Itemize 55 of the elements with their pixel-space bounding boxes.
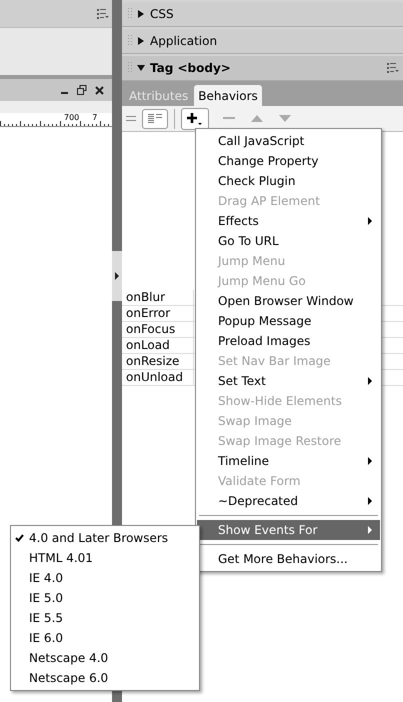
ruler-label: 700 [64,113,80,122]
menu-item[interactable]: Set Text [197,371,380,391]
menu-item[interactable]: Popup Message [197,311,380,331]
event-cell[interactable]: onError [122,306,194,321]
plus-icon [187,112,203,126]
panel-title: CSS [150,6,174,23]
submenu-arrow-icon [368,217,372,225]
panel-title: Tag <body> [150,60,231,77]
panel-header[interactable]: CSS [122,2,403,27]
menu-item[interactable]: Call JavaScript [197,131,380,151]
panel-title: Application [150,33,218,50]
submenu-arrow-icon [368,457,372,465]
submenu-arrow-icon [368,377,372,385]
tab[interactable]: Behaviors [194,85,262,106]
submenu-item[interactable]: IE 6.0 [11,628,199,648]
panel-header[interactable]: Application [122,29,403,54]
panel-header[interactable]: Tag <body> [122,56,403,81]
menu-item[interactable]: Effects [197,211,380,231]
detail-view-icon [148,114,162,124]
expand-arrow-icon[interactable] [115,272,119,280]
menu-item[interactable]: Open Browser Window [197,291,380,311]
submenu-arrow-icon [368,497,372,505]
expand-arrow-icon[interactable] [137,10,145,18]
menu-item[interactable]: Show Events For [197,520,380,540]
submenu-item[interactable]: Netscape 4.0 [11,648,199,668]
options-menu-icon[interactable] [97,8,109,18]
submenu-arrow-icon [368,526,372,534]
event-cell[interactable]: onFocus [122,322,194,337]
restore-icon[interactable] [77,85,87,95]
menu-item[interactable]: Get More Behaviors... [197,549,380,569]
close-icon[interactable] [95,86,104,94]
submenu-item[interactable]: HTML 4.01 [11,548,199,568]
menu-item[interactable]: Change Property [197,151,380,171]
submenu-item[interactable]: IE 5.5 [11,608,199,628]
menu-item[interactable]: Go To URL [197,231,380,251]
detail-view-button[interactable] [142,108,168,128]
ruler-label: 7 [92,113,98,122]
menu-item[interactable]: Timeline [197,451,380,471]
event-cell[interactable]: onResize [122,354,194,369]
menu-item[interactable]: Preload Images [197,331,380,351]
event-cell[interactable]: onUnload [122,370,194,385]
event-cell[interactable]: onLoad [122,338,194,353]
submenu-item[interactable]: IE 4.0 [11,568,199,588]
collapse-arrow-icon[interactable] [137,64,145,72]
menu-item[interactable]: Check Plugin [197,171,380,191]
expand-arrow-icon[interactable] [137,37,145,45]
options-menu-icon[interactable] [387,63,399,73]
submenu-item[interactable]: IE 5.0 [11,588,199,608]
menu-item[interactable]: ~Deprecated [197,491,380,511]
submenu-item[interactable]: Netscape 6.0 [11,668,199,688]
checkmark-icon [15,534,24,542]
submenu-item[interactable]: 4.0 and Later Browsers [11,528,199,548]
add-behavior-button[interactable] [181,108,209,130]
event-cell[interactable]: onBlur [122,290,194,305]
list-view-icon[interactable] [126,116,136,122]
